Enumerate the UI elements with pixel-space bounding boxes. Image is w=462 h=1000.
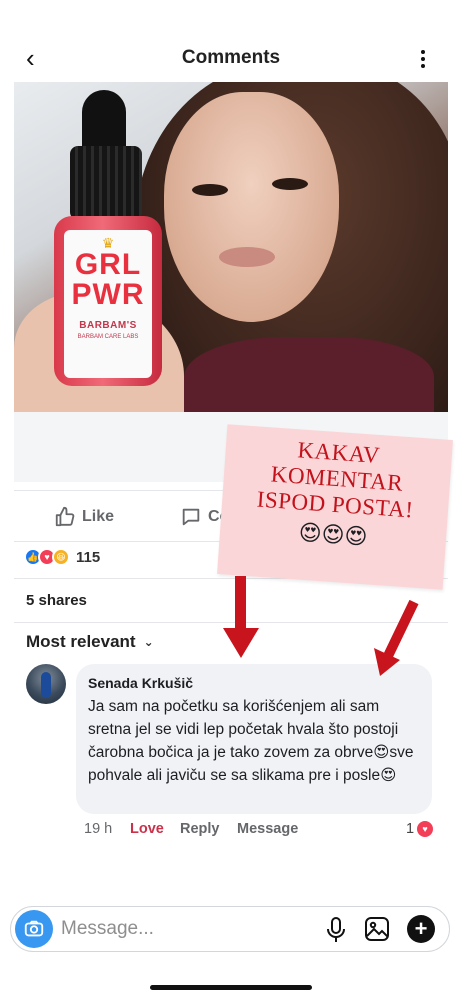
header-bar: ‹ Comments	[0, 0, 462, 82]
overlay-note: KAKAV KOMENTAR ISPOD POSTA! 😍😍😍	[217, 424, 453, 590]
like-button[interactable]: Like	[54, 505, 114, 529]
page-title: Comments	[181, 47, 281, 68]
reaction-count: 115	[76, 548, 101, 566]
bottle-cap	[70, 146, 142, 220]
comment-bubble-icon	[182, 508, 200, 526]
photo-top	[184, 337, 434, 412]
comment-reaction-number: 1	[406, 821, 415, 837]
more-options-icon[interactable]	[418, 48, 428, 72]
comment-bubble: Senada Krkušič Ja sam na početku sa kori…	[76, 664, 432, 814]
bottle-label: ♛ GRL PWR BARBAM'S BARBAM CARE LABS	[64, 230, 152, 378]
reaction-summary[interactable]: 👍 ♥ 😆 115	[24, 546, 100, 568]
microphone-icon[interactable]	[323, 916, 349, 944]
comment-text: Ja sam na početku sa korišćenjem ali sam…	[88, 698, 414, 784]
avatar[interactable]	[26, 664, 66, 704]
comment-time: 19 h	[84, 821, 113, 837]
post-image[interactable]: ♛ GRL PWR BARBAM'S BARBAM CARE LABS	[14, 82, 448, 412]
haha-reaction-icon: 😆	[52, 548, 70, 566]
message-input[interactable]	[61, 915, 311, 943]
sort-label: Most relevant	[26, 632, 136, 651]
photo-eye	[272, 178, 308, 190]
comment-meta: 19 h Love Reply Message 1 ♥	[84, 821, 444, 841]
photo-eye	[192, 184, 228, 196]
photo-face	[164, 92, 339, 322]
like-label: Like	[82, 508, 115, 525]
heart-icon: ♥	[417, 821, 434, 837]
camera-button[interactable]	[15, 910, 53, 948]
camera-icon	[24, 920, 44, 937]
love-button[interactable]: Love	[130, 821, 164, 837]
comment-author[interactable]: Senada Krkušič	[88, 675, 420, 691]
red-arrow-left	[223, 576, 259, 658]
label-line-2: PWR	[71, 278, 145, 311]
shares-count[interactable]: 5 shares	[26, 592, 87, 609]
label-line-1: GRL	[74, 248, 142, 281]
bottle-dropper	[82, 90, 126, 152]
sort-dropdown[interactable]: Most relevant ⌄	[26, 632, 154, 652]
reply-button[interactable]: Reply	[180, 821, 220, 837]
thumbs-up-icon	[55, 506, 75, 527]
label-brand: BARBAM'S	[79, 320, 137, 331]
message-button[interactable]: Message	[237, 821, 298, 837]
home-indicator	[150, 985, 312, 990]
chevron-down-icon: ⌄	[143, 635, 154, 649]
message-composer: +	[10, 906, 450, 952]
photo-lips	[219, 247, 275, 267]
red-arrow-right	[374, 599, 419, 676]
comment-reaction-count[interactable]: 1 ♥	[406, 821, 434, 837]
label-sub: BARBAM CARE LABS	[77, 334, 139, 340]
serum-bottle: ♛ GRL PWR BARBAM'S BARBAM CARE LABS	[50, 90, 166, 390]
add-icon[interactable]: +	[407, 915, 435, 943]
gallery-icon[interactable]	[363, 915, 391, 943]
